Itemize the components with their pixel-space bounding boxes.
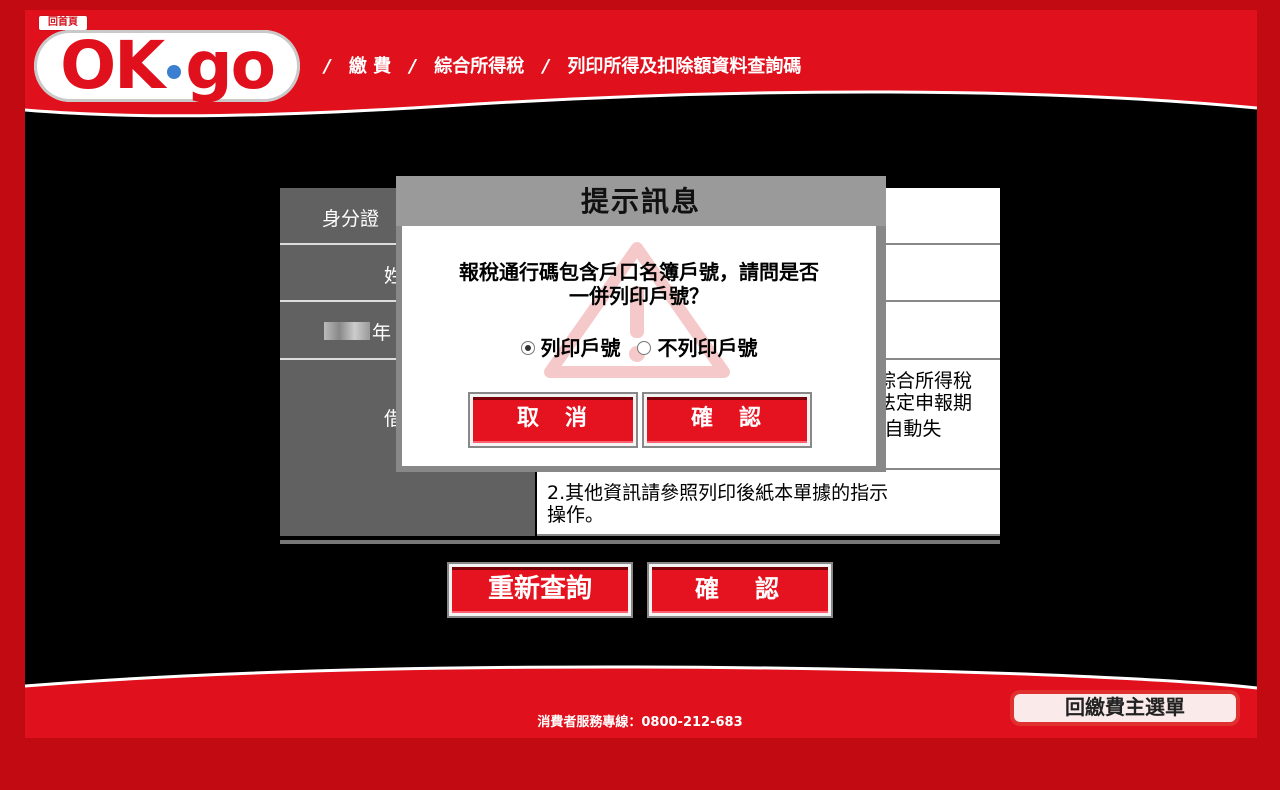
prompt-dialog: 提示訊息 報稅通行碼包含戶口名簿戶號，請問是否 一併列印戶號？ 列印戶號 不列印… [396,176,886,472]
breadcrumb-separator: / [324,56,331,77]
back-to-menu-button[interactable]: 回繳費主選單 [1010,690,1240,726]
radio-selected-icon[interactable] [520,340,535,355]
table-row: 2.其他資訊請參照列印後紙本單據的指示 操作。 [280,470,1000,536]
option-label: 列印戶號 [540,336,621,360]
row-value: 2.其他資訊請參照列印後紙本單據的指示 操作。 [537,470,1000,536]
requery-button[interactable]: 重新查詢 [447,562,633,618]
breadcrumb-item-print-code: 列印所得及扣除額資料查詢碼 [567,56,802,77]
dialog-cancel-button[interactable]: 取 消 [468,392,638,448]
logo-text-ok: OK [60,27,165,104]
okgo-logo[interactable]: OK go [34,30,300,102]
dialog-title: 提示訊息 [396,176,886,226]
print-option-group: 列印戶號 不列印戶號 [402,332,876,361]
breadcrumb-item-payment: 繳 費 [348,56,392,77]
option-label: 不列印戶號 [657,336,758,360]
breadcrumb: / 繳 費 / 綜合所得稅 / 列印所得及扣除額資料查詢碼 [312,52,801,78]
dialog-message-line: 一併列印戶號？ [569,284,709,308]
dialog-body: 報稅通行碼包含戶口名簿戶號，請問是否 一併列印戶號？ 列印戶號 不列印戶號 取 … [402,226,876,466]
logo-text-go: go [185,27,276,104]
logo-dot-icon [167,65,182,79]
radio-unselected-icon[interactable] [637,340,652,355]
breadcrumb-separator: / [409,56,416,77]
confirm-button[interactable]: 確 認 [647,562,833,618]
dialog-confirm-button[interactable]: 確 認 [642,392,812,448]
dialog-message: 報稅通行碼包含戶口名簿戶號，請問是否 一併列印戶號？ [402,260,876,308]
blurred-year [324,322,370,340]
option-print-household[interactable]: 列印戶號 [520,336,628,360]
option-no-print-household[interactable]: 不列印戶號 [637,336,757,360]
breadcrumb-item-income-tax: 綜合所得稅 [434,56,525,77]
dialog-message-line: 報稅通行碼包含戶口名簿戶號，請問是否 [459,260,819,284]
breadcrumb-separator: / [542,56,550,77]
row-label [280,470,535,536]
